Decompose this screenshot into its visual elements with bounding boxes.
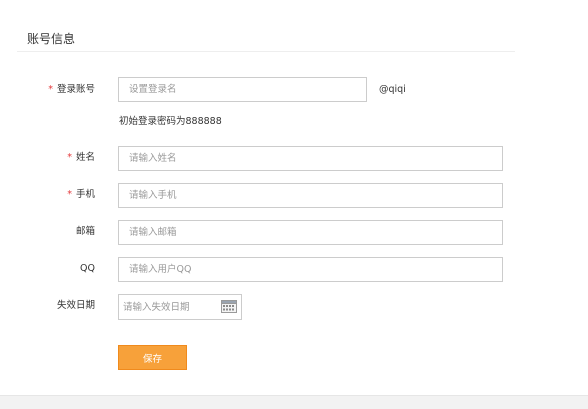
required-mark: * [67, 189, 72, 200]
login-account-suffix: @qiqi [379, 84, 406, 95]
expiry-date-field [118, 294, 242, 320]
email-input[interactable] [118, 220, 503, 245]
footer-bar [0, 395, 588, 409]
login-account-label: * 登录账号 [48, 83, 95, 97]
expiry-date-input[interactable] [119, 295, 215, 319]
name-input[interactable] [118, 146, 503, 171]
section-title: 账号信息 [27, 32, 76, 46]
required-mark: * [48, 84, 53, 95]
name-label-text: 姓名 [75, 152, 95, 163]
calendar-icon[interactable] [221, 300, 237, 313]
name-label: * 姓名 [67, 151, 95, 165]
phone-label: * 手机 [67, 188, 95, 202]
expiry-date-label: 失效日期 [56, 300, 95, 311]
phone-input[interactable] [118, 183, 503, 208]
login-account-input[interactable] [118, 77, 367, 102]
qq-input[interactable] [118, 257, 503, 282]
save-button[interactable]: 保存 [118, 345, 187, 370]
email-label: 邮箱 [75, 226, 95, 237]
qq-label: QQ [80, 263, 95, 274]
phone-label-text: 手机 [75, 189, 95, 200]
initial-password-hint: 初始登录密码为888888 [119, 116, 222, 127]
required-mark: * [67, 152, 72, 163]
login-account-label-text: 登录账号 [56, 84, 95, 95]
section-divider [17, 51, 515, 52]
